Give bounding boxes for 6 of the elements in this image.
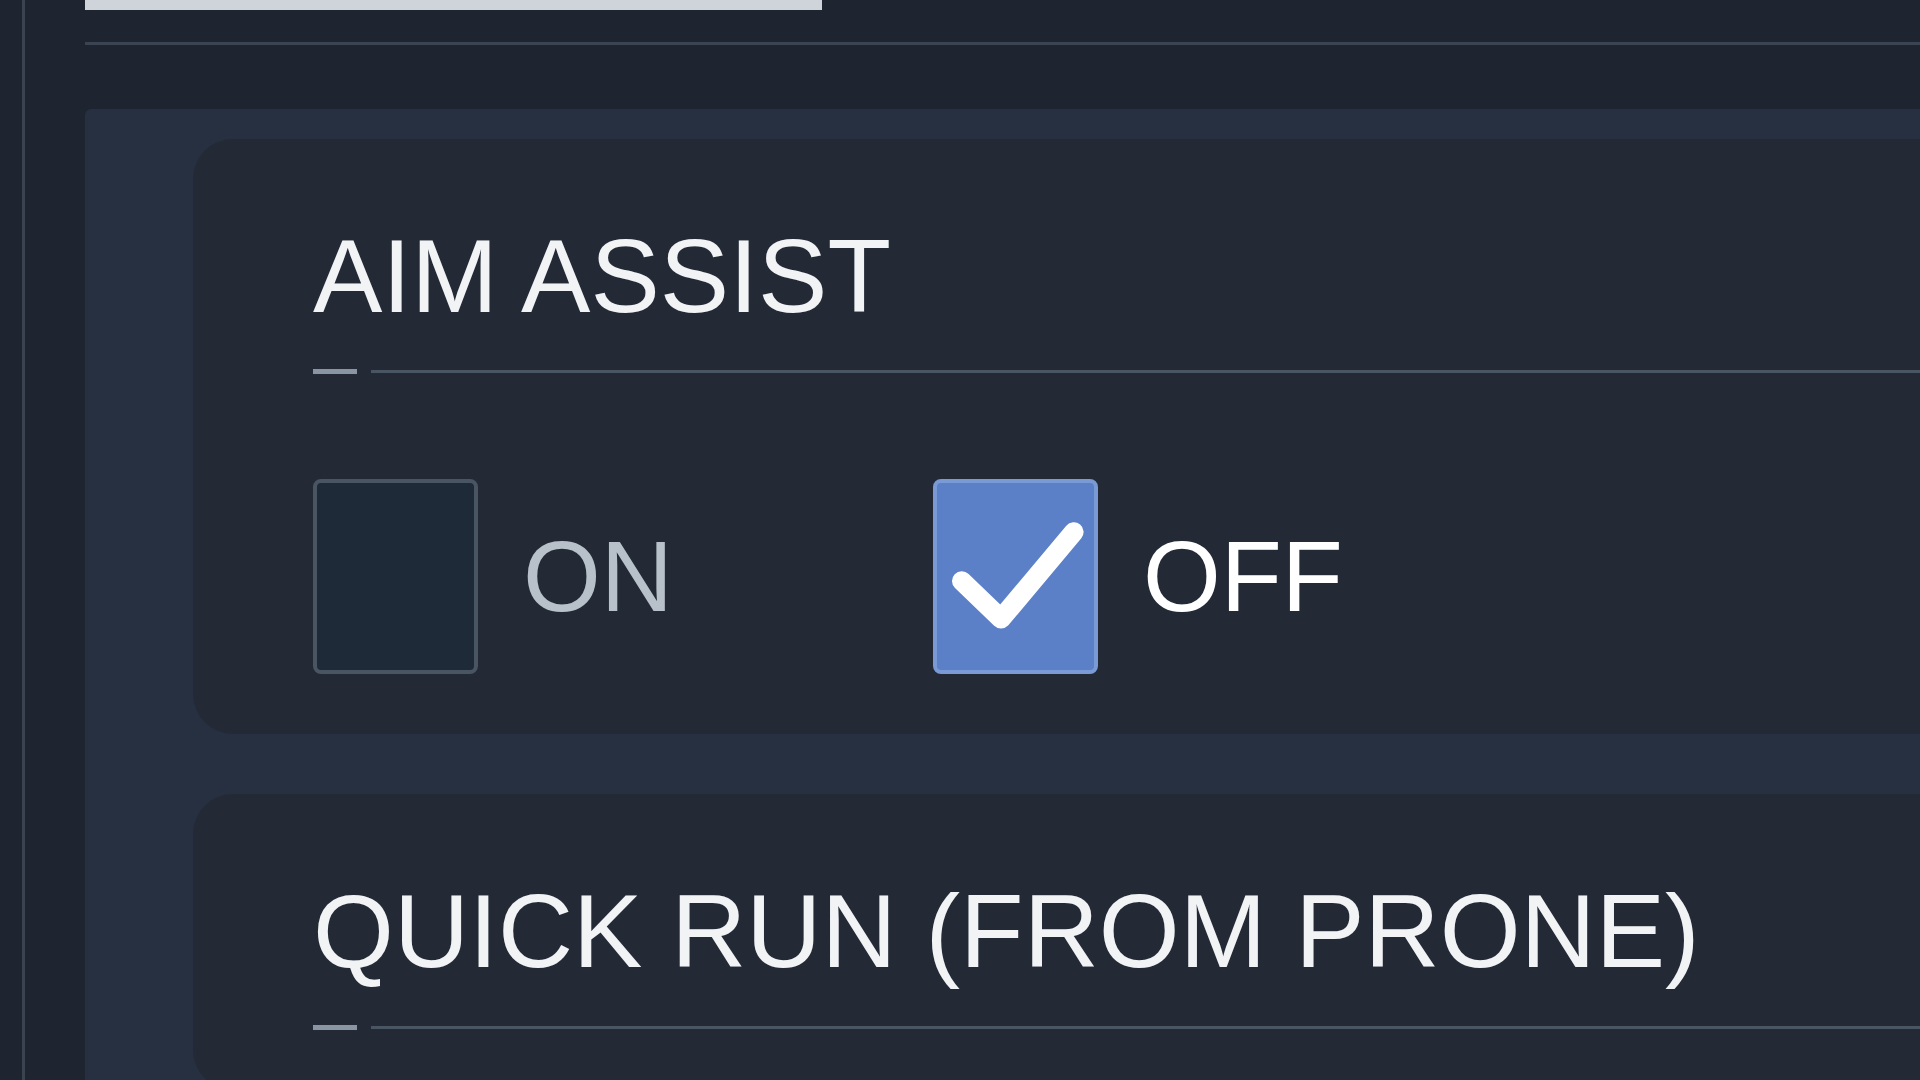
setting-title: AIM ASSIST <box>313 219 892 334</box>
setting-title: QUICK RUN (FROM PRONE) <box>313 874 1701 989</box>
option-label: ON <box>523 519 673 635</box>
option-label: OFF <box>1143 519 1343 635</box>
checkbox[interactable] <box>313 479 478 675</box>
checkbox[interactable] <box>933 479 1098 675</box>
